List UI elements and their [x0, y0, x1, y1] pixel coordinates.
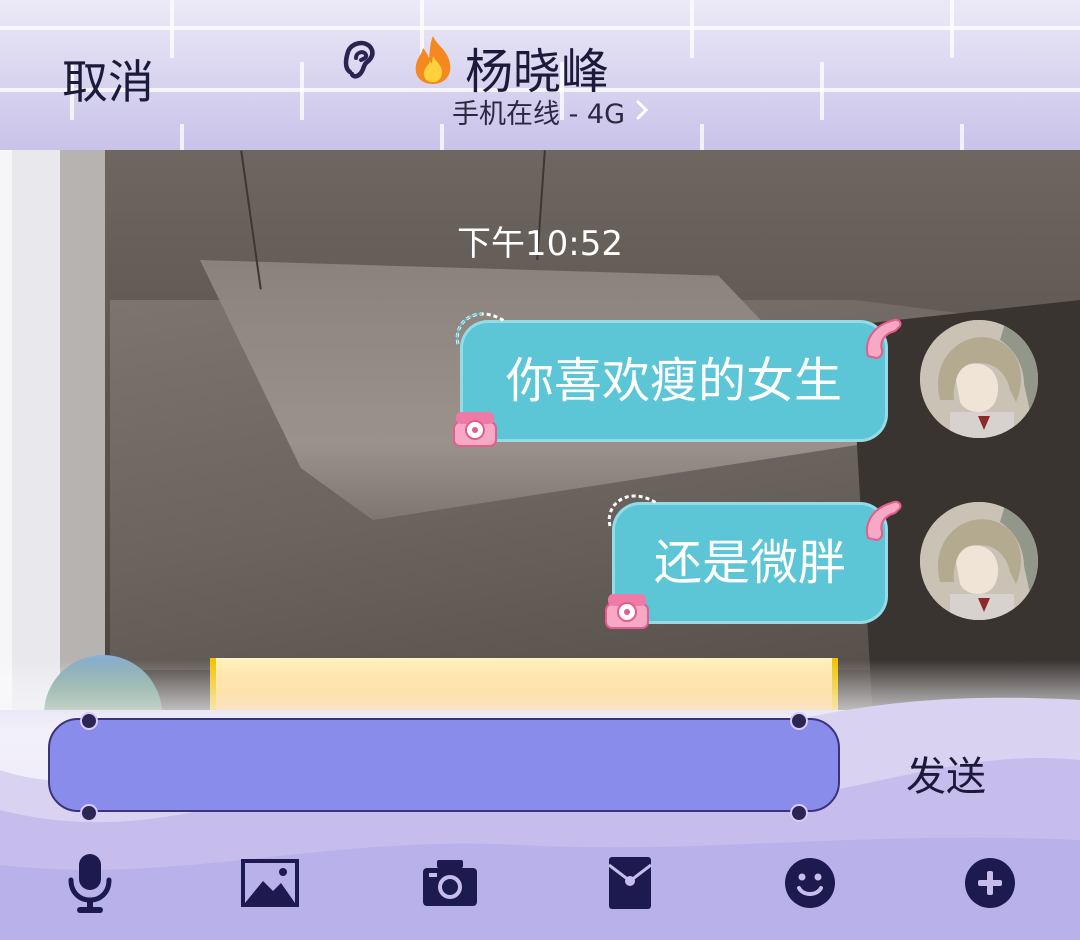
emoji-button[interactable] — [780, 850, 840, 916]
telephone-icon — [453, 412, 497, 447]
image-icon — [241, 859, 299, 907]
corner-pin-decoration — [790, 712, 808, 730]
avatar[interactable] — [920, 320, 1038, 438]
corner-pin-decoration — [790, 804, 808, 822]
plus-icon — [965, 858, 1015, 908]
ear-icon[interactable] — [340, 36, 380, 84]
chat-area[interactable]: 下午10:52 你喜欢瘦的女生 还是微胖 — [0, 150, 1080, 710]
corner-pin-decoration — [80, 712, 98, 730]
emoji-icon — [785, 858, 835, 908]
handset-icon — [866, 500, 902, 542]
send-button[interactable]: 发送 — [906, 744, 986, 802]
image-button[interactable] — [240, 850, 300, 916]
message-timestamp: 下午10:52 — [457, 224, 623, 264]
voice-button[interactable] — [60, 850, 120, 916]
composer-panel: 发送 — [0, 660, 1080, 940]
phone-cord-icon — [607, 494, 659, 527]
corner-pin-decoration — [80, 804, 98, 822]
red-envelope-button[interactable] — [600, 850, 660, 916]
message-text: 你喜欢瘦的女生 — [505, 353, 842, 409]
chat-header: 取消 杨晓峰 手机在线 - 4G — [0, 0, 1080, 150]
fire-icon — [415, 36, 451, 84]
cancel-button[interactable]: 取消 — [62, 46, 154, 112]
online-status[interactable]: 手机在线 - 4G — [452, 92, 625, 131]
message-input[interactable] — [48, 718, 840, 812]
composer-toolbar — [0, 850, 1080, 920]
chevron-right-icon[interactable] — [636, 100, 648, 120]
avatar[interactable] — [920, 502, 1038, 620]
camera-icon — [423, 860, 477, 906]
handset-icon — [866, 318, 902, 360]
telephone-icon — [605, 594, 649, 629]
message-bubble[interactable]: 你喜欢瘦的女生 — [460, 320, 888, 442]
phone-cord-icon — [455, 312, 507, 345]
camera-button[interactable] — [420, 850, 480, 916]
more-button[interactable] — [960, 850, 1020, 916]
microphone-icon — [68, 854, 112, 913]
red-envelope-icon — [608, 857, 652, 909]
